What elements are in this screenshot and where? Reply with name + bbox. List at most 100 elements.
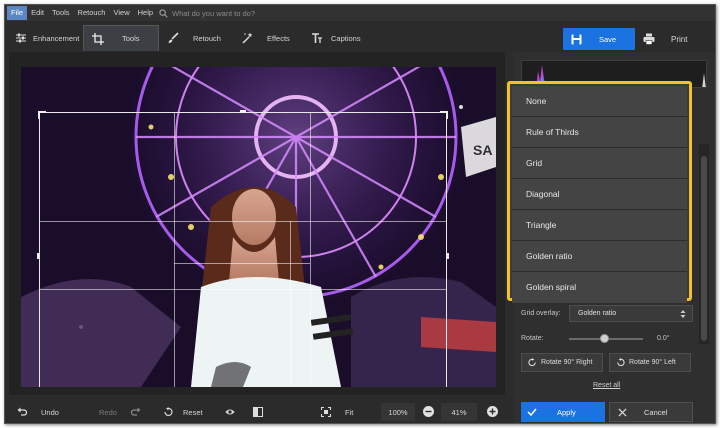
zoom-out-button[interactable] [423, 406, 434, 417]
tab-label: Tools [122, 34, 140, 43]
menu-view[interactable]: View [109, 6, 133, 20]
image-canvas[interactable]: SA [9, 52, 505, 395]
grid-line [40, 221, 446, 222]
grid-overlay-select[interactable]: Golden ratio [569, 305, 693, 322]
menu-file[interactable]: File [7, 6, 28, 20]
tab-effects[interactable]: Effects [241, 25, 290, 51]
rotate-left-button[interactable]: Rotate 90° Left [609, 353, 691, 372]
dropdown-option[interactable]: Golden ratio [512, 241, 687, 272]
photo: SA [21, 67, 496, 387]
fit-screen-icon [321, 407, 331, 417]
close-icon [618, 407, 627, 417]
menu-help[interactable]: Help [134, 6, 157, 20]
plus-icon [489, 408, 496, 415]
reset-label: Reset [183, 407, 203, 417]
fit-label: Fit [345, 407, 354, 417]
print-button[interactable]: Print [641, 28, 701, 50]
check-icon [527, 408, 537, 417]
sign-text: SA [473, 142, 492, 158]
apply-label: Apply [557, 407, 576, 417]
dropdown-option[interactable]: None [512, 86, 687, 117]
undo-icon [17, 407, 27, 416]
zoom-level-display[interactable]: 41% [441, 403, 477, 421]
rotate-label: Rotate: [521, 335, 544, 342]
rotate-left-label: Rotate 90° Left [629, 359, 676, 366]
select-arrows-icon [680, 310, 686, 318]
undo-label: Undo [41, 407, 59, 417]
grid-line [40, 289, 446, 290]
menu-edit[interactable]: Edit [27, 6, 48, 20]
redo-icon [130, 407, 141, 416]
search-icon [159, 8, 168, 18]
print-label: Print [671, 34, 688, 44]
rotate-value: 0.0° [657, 335, 670, 342]
eye-icon [225, 409, 235, 415]
tab-captions[interactable]: Captions [311, 25, 361, 51]
crop-edge-handle[interactable] [240, 110, 246, 113]
crop-frame[interactable] [37, 110, 449, 387]
tab-tools[interactable]: Tools [83, 25, 159, 51]
save-icon [571, 34, 582, 44]
reset-all-link[interactable]: Reset all [593, 382, 620, 389]
grid-overlay-dropdown: None Rule of Thirds Grid Diagonal Triang… [507, 81, 692, 303]
tab-label: Captions [331, 33, 361, 43]
menu-bar: File Edit Tools Retouch View Help [5, 5, 715, 21]
grid-overlay-value: Golden ratio [578, 310, 617, 317]
dropdown-option[interactable]: Triangle [512, 210, 687, 241]
tab-enhancement[interactable]: Enhancement [15, 25, 79, 51]
minus-icon [425, 410, 432, 413]
rotate-counterclockwise-icon [617, 358, 625, 367]
dropdown-option[interactable]: Grid [512, 148, 687, 179]
magic-wand-icon [242, 32, 253, 44]
redo-label: Redo [99, 407, 117, 417]
search-input[interactable] [172, 8, 313, 18]
dropdown-option[interactable]: Golden spiral [512, 272, 687, 303]
crop-icon [92, 32, 104, 45]
zoom-100-label: 100% [388, 407, 408, 417]
crop-edge-handle[interactable] [446, 253, 449, 259]
dropdown-option[interactable]: Diagonal [512, 179, 687, 210]
rotate-slider-thumb[interactable] [600, 334, 609, 343]
save-label: Save [599, 34, 617, 44]
printer-icon [643, 33, 655, 45]
tab-bar: Enhancement Tools Retouch Effects Captio… [5, 25, 715, 52]
search-box[interactable] [159, 8, 313, 18]
zoom-100-button[interactable]: 100% [381, 403, 415, 421]
grid-line [290, 221, 291, 387]
undo-button[interactable]: Undo [17, 403, 59, 421]
tab-retouch[interactable]: Retouch [167, 25, 221, 51]
rotate-clockwise-icon [528, 358, 536, 367]
menu-retouch[interactable]: Retouch [74, 6, 110, 20]
brush-icon [168, 32, 179, 43]
text-icon [312, 33, 322, 43]
tab-label: Retouch [193, 33, 221, 43]
app-window: File Edit Tools Retouch View Help Enhanc… [4, 4, 716, 424]
compare-icon [253, 407, 263, 417]
fit-button[interactable]: Fit [321, 403, 353, 421]
cancel-button[interactable]: Cancel [609, 402, 693, 422]
tab-label: Effects [267, 33, 290, 43]
compare-button[interactable] [253, 403, 263, 421]
panel-scrollbar-thumb[interactable] [701, 156, 707, 341]
crop-corner-handle[interactable] [38, 111, 46, 119]
rotate-right-label: Rotate 90° Right [541, 359, 593, 366]
tab-label: Enhancement [33, 33, 80, 43]
redo-button[interactable]: Redo [99, 403, 141, 421]
dropdown-option[interactable]: Rule of Thirds [512, 117, 687, 148]
grid-line [174, 113, 175, 387]
rotate-right-button[interactable]: Rotate 90° Right [521, 353, 603, 372]
crop-edge-handle[interactable] [37, 253, 40, 259]
preview-toggle[interactable] [225, 403, 235, 421]
zoom-in-button[interactable] [487, 406, 498, 417]
save-button[interactable]: Save [563, 28, 635, 50]
menu-tools[interactable]: Tools [48, 6, 74, 20]
crop-corner-handle[interactable] [440, 111, 448, 119]
zoom-value: 41% [451, 407, 467, 417]
sliders-icon [16, 33, 26, 43]
cancel-label: Cancel [644, 407, 668, 417]
grid-line [310, 113, 311, 387]
apply-button[interactable]: Apply [521, 402, 605, 422]
reset-button[interactable]: Reset [163, 403, 203, 421]
reset-icon [164, 407, 173, 416]
grid-line [174, 263, 310, 264]
